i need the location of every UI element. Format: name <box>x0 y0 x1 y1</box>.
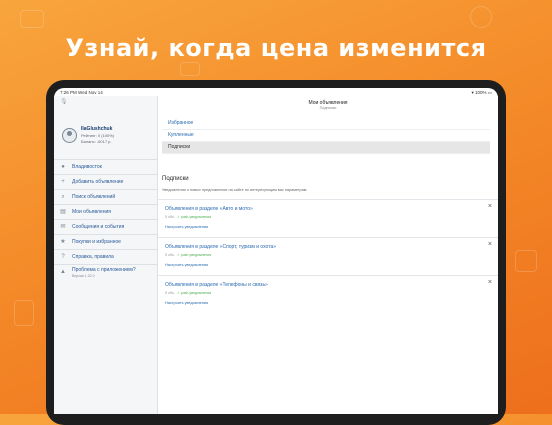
sidebar-item-help[interactable]: ? Справка, правила <box>54 249 157 264</box>
bg-doodle <box>515 250 537 272</box>
sidebar-item-search[interactable]: ⌕ Поиск объявлений <box>54 189 157 204</box>
section-title: Подписки <box>162 176 189 182</box>
close-icon[interactable]: × <box>488 203 492 210</box>
plus-icon: + <box>61 179 65 185</box>
status-time: 7:26 PM Wed Nov 14 <box>60 90 103 95</box>
bg-doodle <box>20 10 44 28</box>
app-version: Версия 1.22.0 <box>72 274 95 278</box>
sidebar-item-location[interactable]: ● Владивосток <box>54 159 157 174</box>
sidebar-item-label: Поиск объявлений <box>72 194 116 200</box>
sidebar-item-label: Добавить объявление <box>72 179 124 185</box>
help-icon: ? <box>61 254 65 260</box>
close-icon[interactable]: × <box>488 279 492 286</box>
warning-icon: ▲ <box>60 269 66 275</box>
bg-doodle <box>470 6 492 28</box>
sidebar-item-label: Покупки и избранное <box>72 239 121 245</box>
bg-doodle <box>180 62 200 76</box>
sidebar-item-messages[interactable]: ✉ Сообщения и события <box>54 219 157 234</box>
subscription-item: Объявления в разделе «Авто и мото» × 5 о… <box>158 199 498 236</box>
main-content: Мои объявления Подписки Избранное Куплен… <box>158 96 498 414</box>
subscription-title[interactable]: Объявления в разделе «Телефоны и связь» <box>165 282 268 288</box>
profile-balance: Баланс: -6017 р. <box>81 139 112 144</box>
subscription-meta: 5 объ. ✓ push-уведомления <box>165 253 212 257</box>
close-icon[interactable]: × <box>488 241 492 248</box>
profile-name: IlaGlushchuk <box>81 126 113 132</box>
subscription-meta: 5 объ. ✓ push-уведомления <box>165 215 212 219</box>
mic-icon[interactable]: 🎙 <box>60 98 68 105</box>
avatar <box>62 128 77 143</box>
promo-headline: Узнай, когда цена изменится <box>65 34 487 62</box>
bg-doodle <box>14 300 34 326</box>
notification-settings-link[interactable]: Настроить уведомления <box>165 301 208 305</box>
tab-purchased[interactable]: Купленные <box>162 130 490 142</box>
subscription-title[interactable]: Объявления в разделе «Авто и мото» <box>165 206 253 212</box>
profile-block[interactable]: IlaGlushchuk Рейтинг: 0 (100%) Баланс: -… <box>54 114 157 158</box>
search-icon: ⌕ <box>61 194 65 200</box>
tab-subscriptions[interactable]: Подписки <box>162 142 490 154</box>
app-screen: 7:26 PM Wed Nov 14 ▾ 100% ▭ 🎙 IlaGlushch… <box>54 88 498 414</box>
status-bar: 7:26 PM Wed Nov 14 ▾ 100% ▭ <box>54 88 498 96</box>
sidebar-item-label: Владивосток <box>72 164 102 170</box>
subscription-item: Объявления в разделе «Телефоны и связь» … <box>158 275 498 312</box>
profile-rating: Рейтинг: 0 (100%) <box>81 133 115 138</box>
sidebar-item-label: Мои объявления <box>72 209 111 215</box>
star-icon: ★ <box>60 239 66 245</box>
sidebar-menu: ● Владивосток + Добавить объявление ⌕ По… <box>54 159 157 281</box>
sidebar-item-my-ads[interactable]: ▤ Мои объявления <box>54 204 157 219</box>
envelope-icon: ✉ <box>60 224 66 230</box>
sidebar-item-problem[interactable]: ▲ Проблема с приложением? Версия 1.22.0 <box>54 264 157 281</box>
subscription-title[interactable]: Объявления в разделе «Спорт, туризм и ох… <box>165 244 276 250</box>
location-pin-icon: ● <box>61 164 65 170</box>
notification-settings-link[interactable]: Настроить уведомления <box>165 263 208 267</box>
tab-list: Избранное Купленные Подписки <box>162 118 490 154</box>
sidebar-item-label: Проблема с приложением? <box>72 267 136 273</box>
sidebar-item-label: Сообщения и события <box>72 224 125 230</box>
section-description: Уведомления о новых предложениях на сайт… <box>162 188 308 192</box>
page-subtitle: Подписки <box>319 106 337 110</box>
sidebar-item-purchases[interactable]: ★ Покупки и избранное <box>54 234 157 249</box>
notification-settings-link[interactable]: Настроить уведомления <box>165 225 208 229</box>
sidebar-item-label: Справка, правила <box>72 254 114 260</box>
subscription-meta: 5 объ. ✓ push-уведомления <box>165 291 212 295</box>
tab-favorites[interactable]: Избранное <box>162 118 490 130</box>
sidebar: 🎙 IlaGlushchuk Рейтинг: 0 (100%) Баланс:… <box>54 96 158 414</box>
list-icon: ▤ <box>60 209 66 215</box>
sidebar-item-add-ad[interactable]: + Добавить объявление <box>54 174 157 189</box>
subscription-item: Объявления в разделе «Спорт, туризм и ох… <box>158 237 498 274</box>
